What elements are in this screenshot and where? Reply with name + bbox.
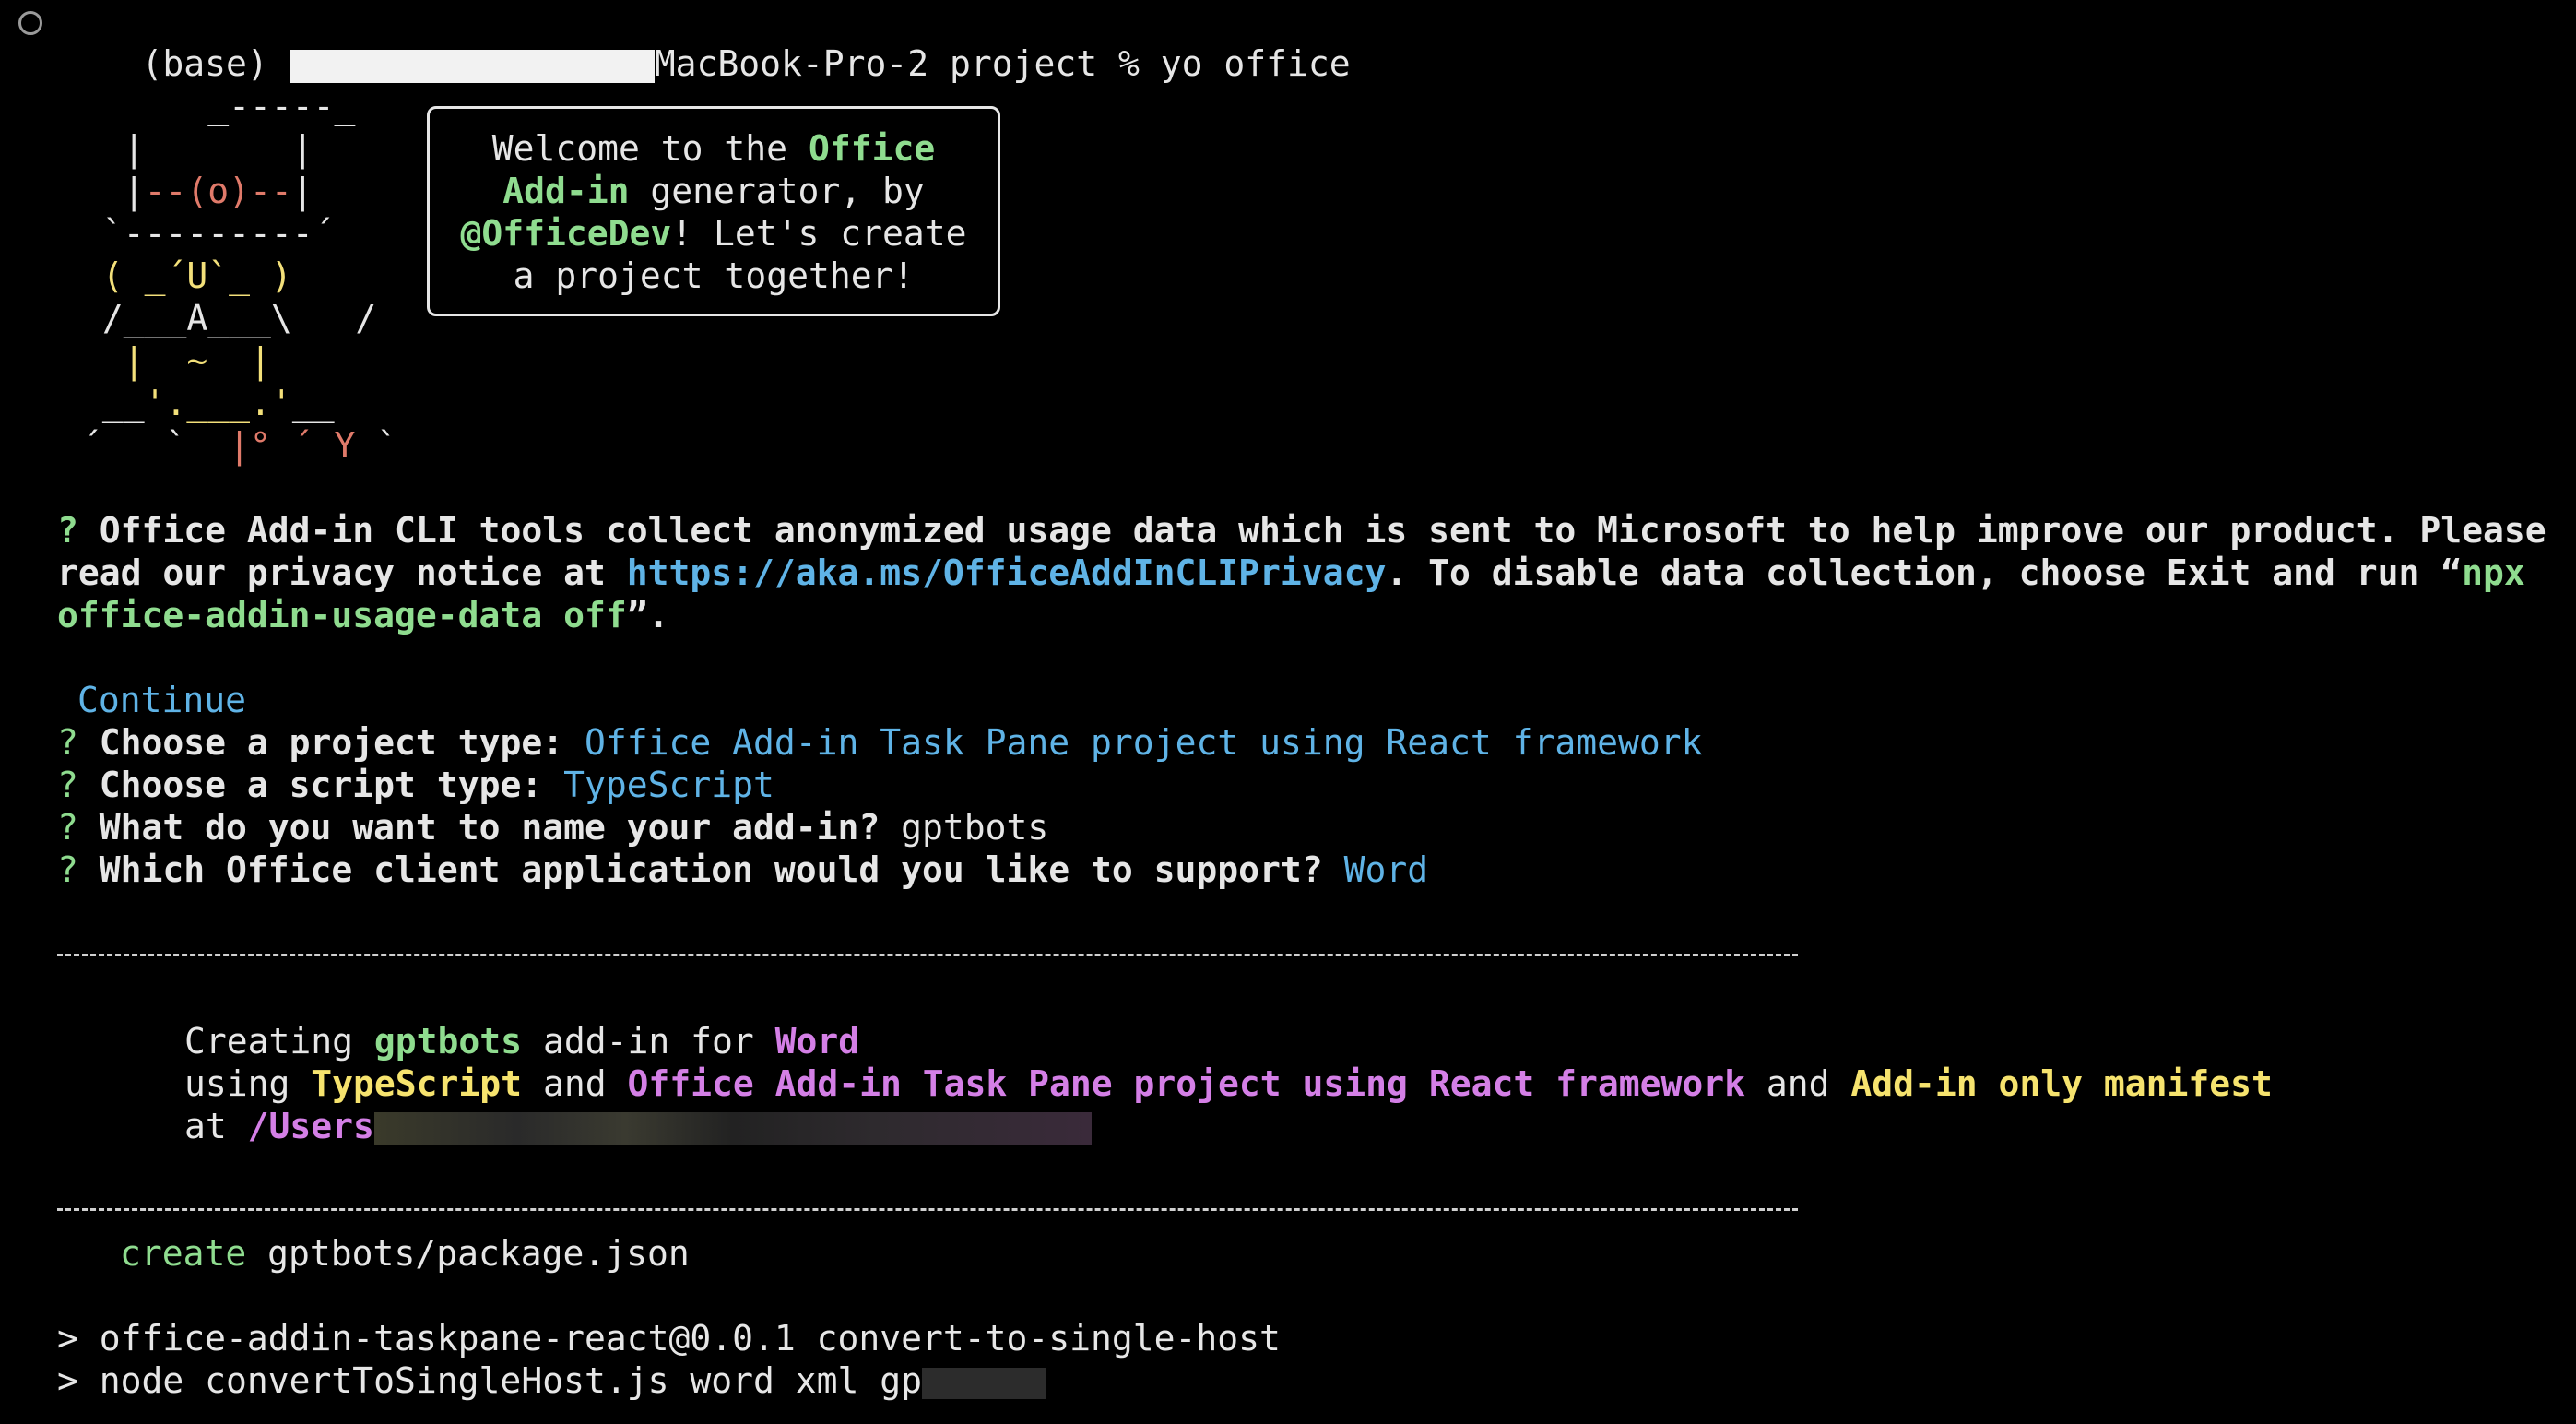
privacy-notice-line-2: read our privacy notice at https://aka.m… <box>57 552 2525 593</box>
answer-addin-name: ? What do you want to name your add-in? … <box>57 807 1049 848</box>
redacted-name <box>922 1367 1046 1399</box>
conda-env: (base) <box>141 43 268 84</box>
continue-option: Continue <box>77 680 247 720</box>
summary-using-line: using TypeScript and Office Add-in Task … <box>184 1063 2273 1104</box>
summary-path-line: at /Users <box>184 1105 1092 1147</box>
privacy-notice-line-1: ? Office Add-in CLI tools collect anonym… <box>57 510 2546 551</box>
npm-script-line-2: > node convertToSingleHost.js word xml g… <box>57 1359 1046 1402</box>
npm-script-line-1: > office-addin-taskpane-react@0.0.1 conv… <box>57 1318 1281 1359</box>
terminal-window[interactable]: (base) MacBook-Pro-2 project % yo office… <box>0 0 2576 1424</box>
yeoman-ascii-art: _-----_ | | |--(o)--| `---------´ ( _´U`… <box>81 86 398 466</box>
answer-project-type: ? Choose a project type: Office Add-in T… <box>57 722 1703 763</box>
divider-top <box>57 954 1798 956</box>
welcome-speech-bubble: Welcome to the Office Add-in generator, … <box>427 106 1000 316</box>
prompt-command: MacBook-Pro-2 project % yo office <box>654 43 1351 84</box>
shell-prompt-line: (base) MacBook-Pro-2 project % yo office <box>57 0 1351 84</box>
redacted-username <box>289 49 655 83</box>
create-file-line: create gptbots/package.json <box>120 1233 690 1274</box>
answer-script-type: ? Choose a script type: TypeScript <box>57 765 774 805</box>
summary-creating-line: Creating gptbots add-in for Word <box>184 1021 860 1062</box>
prompt-status-icon <box>18 11 42 35</box>
redacted-path <box>373 1111 1092 1145</box>
divider-bottom <box>57 1208 1798 1211</box>
privacy-notice-line-3: office-addin-usage-data off”. <box>57 595 669 635</box>
answer-office-client: ? Which Office client application would … <box>57 849 1429 890</box>
privacy-link[interactable]: https://aka.ms/OfficeAddInCLIPrivacy <box>627 552 1387 593</box>
